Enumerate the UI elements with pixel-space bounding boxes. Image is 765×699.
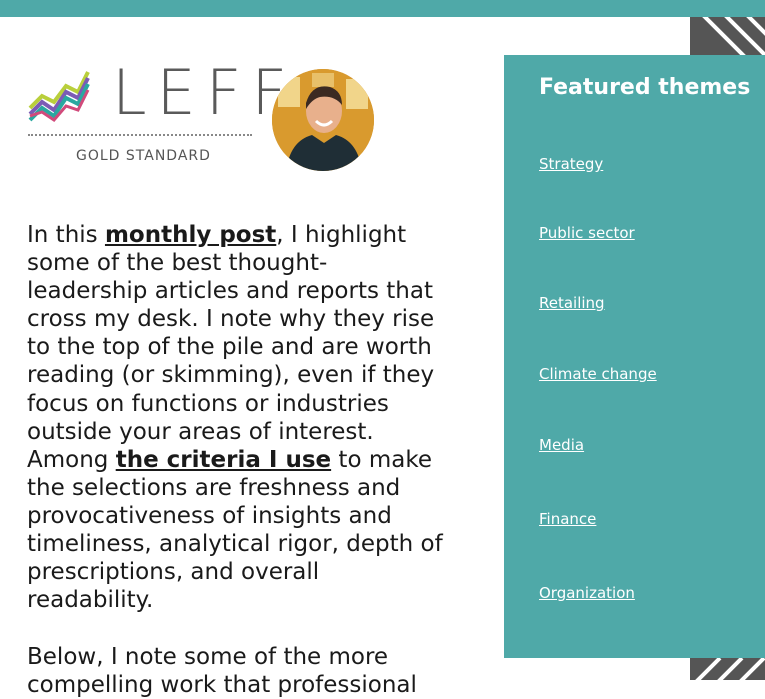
top-accent-bar — [0, 0, 765, 17]
logo-tagline: GOLD STANDARD — [76, 148, 211, 164]
intro-text-2: , I highlight some of the best thought-l… — [27, 222, 435, 473]
intro-text-1: In this — [27, 222, 105, 248]
featured-themes-panel: Featured themes Strategy Public sector R… — [504, 55, 765, 658]
author-avatar — [272, 69, 374, 171]
featured-themes-title: Featured themes — [539, 75, 751, 100]
theme-link-retailing[interactable]: Retailing — [539, 294, 605, 312]
logo-wordmark: LEFF — [112, 56, 298, 129]
theme-link-finance[interactable]: Finance — [539, 510, 596, 528]
intro-paragraph: In this monthly post, I highlight some o… — [27, 221, 447, 614]
logo-divider — [28, 134, 252, 136]
person-photo-icon — [272, 69, 374, 171]
theme-link-climate-change[interactable]: Climate change — [539, 365, 657, 383]
next-paragraph: Below, I note some of the more compellin… — [27, 644, 417, 699]
theme-link-public-sector[interactable]: Public sector — [539, 224, 635, 242]
theme-link-strategy[interactable]: Strategy — [539, 155, 603, 173]
leff-logo[interactable]: LEFF GOLD STANDARD — [28, 62, 287, 166]
monthly-post-link[interactable]: monthly post — [105, 222, 276, 248]
theme-link-organization[interactable]: Organization — [539, 584, 635, 602]
theme-link-media[interactable]: Media — [539, 436, 584, 454]
decorative-stripes-bottom — [690, 658, 765, 680]
criteria-link[interactable]: the criteria I use — [116, 447, 331, 473]
logo-chart-icon — [28, 71, 90, 122]
decorative-stripes-top — [690, 17, 765, 55]
